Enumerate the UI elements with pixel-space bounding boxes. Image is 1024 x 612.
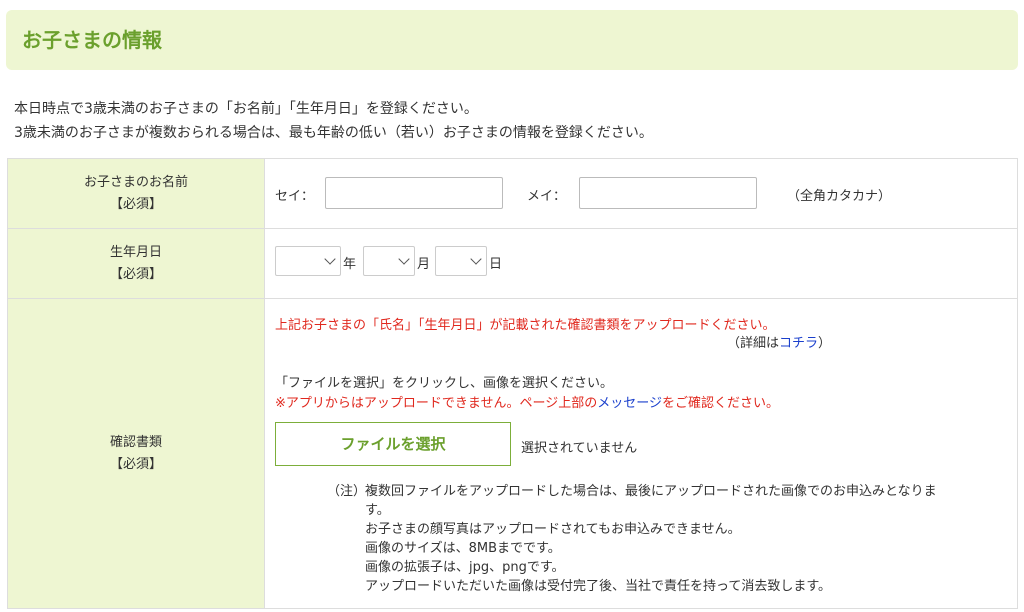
name-label: お子さまのお名前 xyxy=(83,174,188,190)
intro-text: 本日時点で3歳未満のお子さまの「お名前」「生年月日」を登録ください。 3歳未満の… xyxy=(14,97,653,145)
year-select[interactable] xyxy=(275,246,341,276)
detail-note: （詳細はコチラ） xyxy=(727,332,831,351)
month-select[interactable] xyxy=(363,246,415,276)
chevron-down-icon xyxy=(398,253,410,265)
upload-notice: 上記お子さまの「氏名」「生年月日」が記載された確認書類をアップロードください。 xyxy=(275,318,776,333)
child-info-form: お子さまのお名前 【必須】 セイ： メイ： （全角カタカナ） 生年月日 【必須】… xyxy=(7,158,1018,609)
file-status: 選択されていません xyxy=(521,441,638,456)
section-header: お子さまの情報 xyxy=(6,10,1018,70)
chevron-down-icon xyxy=(324,253,336,265)
note-line-1: 複数回ファイルをアップロードした場合は、最後にアップロードされた画像でのお申込み… xyxy=(365,484,937,499)
detail-prefix: （詳細は xyxy=(727,336,780,351)
name-label-cell: お子さまのお名前 【必須】 xyxy=(7,158,265,229)
intro-line-1: 本日時点で3歳未満のお子さまの「お名前」「生年月日」を登録ください。 xyxy=(14,101,478,117)
document-required: 【必須】 xyxy=(109,456,162,472)
note-line-5: 画像の拡張子は、jpg、pngです。 xyxy=(365,560,565,575)
day-suffix: 日 xyxy=(489,257,503,272)
detail-link[interactable]: コチラ xyxy=(779,336,818,351)
detail-suffix: ） xyxy=(818,336,832,351)
app-warning: ※アプリからはアップロードできません。ページ上部のメッセージをご確認ください。 xyxy=(275,392,779,411)
document-value-cell: 上記お子さまの「氏名」「生年月日」が記載された確認書類をアップロードください。 … xyxy=(264,298,1018,609)
name-row: お子さまのお名前 【必須】 セイ： メイ： （全角カタカナ） xyxy=(7,158,1018,229)
note-line-4: 画像のサイズは、8MBまでです。 xyxy=(365,541,561,556)
upload-notes: （注） 複数回ファイルをアップロードした場合は、最後にアップロードされた画像での… xyxy=(327,482,1007,596)
birthdate-label-cell: 生年月日 【必須】 xyxy=(7,228,265,299)
year-suffix: 年 xyxy=(343,257,357,272)
birthdate-required: 【必須】 xyxy=(109,266,162,282)
intro-line-2: 3歳未満のお子さまが複数おられる場合は、最も年齢の低い（若い）お子さまの情報を登… xyxy=(14,125,653,141)
note-line-6: アップロードいただいた画像は受付完了後、当社で責任を持って消去致します。 xyxy=(365,579,832,594)
name-required: 【必須】 xyxy=(109,196,162,212)
message-link[interactable]: メッセージ xyxy=(597,396,662,411)
month-suffix: 月 xyxy=(417,257,431,272)
sei-label: セイ： xyxy=(275,189,315,204)
mei-label: メイ： xyxy=(527,189,567,204)
katakana-hint: （全角カタカナ） xyxy=(787,189,892,204)
birthdate-label: 生年月日 xyxy=(109,244,162,260)
birthdate-row: 生年月日 【必須】 年 月 日 xyxy=(7,228,1018,299)
choose-file-button[interactable]: ファイルを選択 xyxy=(275,422,511,466)
mei-input[interactable] xyxy=(579,177,757,209)
warning-suffix: をご確認ください。 xyxy=(662,396,780,411)
upload-instruction: 「ファイルを選択」をクリックし、画像を選択ください。 xyxy=(275,376,614,391)
note-line-2: す。 xyxy=(365,503,390,518)
document-label-cell: 確認書類 【必須】 xyxy=(7,298,265,609)
day-select[interactable] xyxy=(435,246,487,276)
name-value-cell: セイ： メイ： （全角カタカナ） xyxy=(264,158,1018,229)
chevron-down-icon xyxy=(470,253,482,265)
document-row: 確認書類 【必須】 上記お子さまの「氏名」「生年月日」が記載された確認書類をアッ… xyxy=(7,298,1018,609)
document-label: 確認書類 xyxy=(109,434,162,450)
note-prefix: （注） xyxy=(327,484,367,499)
sei-input[interactable] xyxy=(325,177,503,209)
warning-prefix: ※アプリからはアップロードできません。ページ上部の xyxy=(275,396,598,411)
section-title: お子さまの情報 xyxy=(22,28,162,52)
birthdate-value-cell: 年 月 日 xyxy=(264,228,1018,299)
note-line-3: お子さまの顔写真はアップロードされてもお申込みできません。 xyxy=(365,522,741,537)
